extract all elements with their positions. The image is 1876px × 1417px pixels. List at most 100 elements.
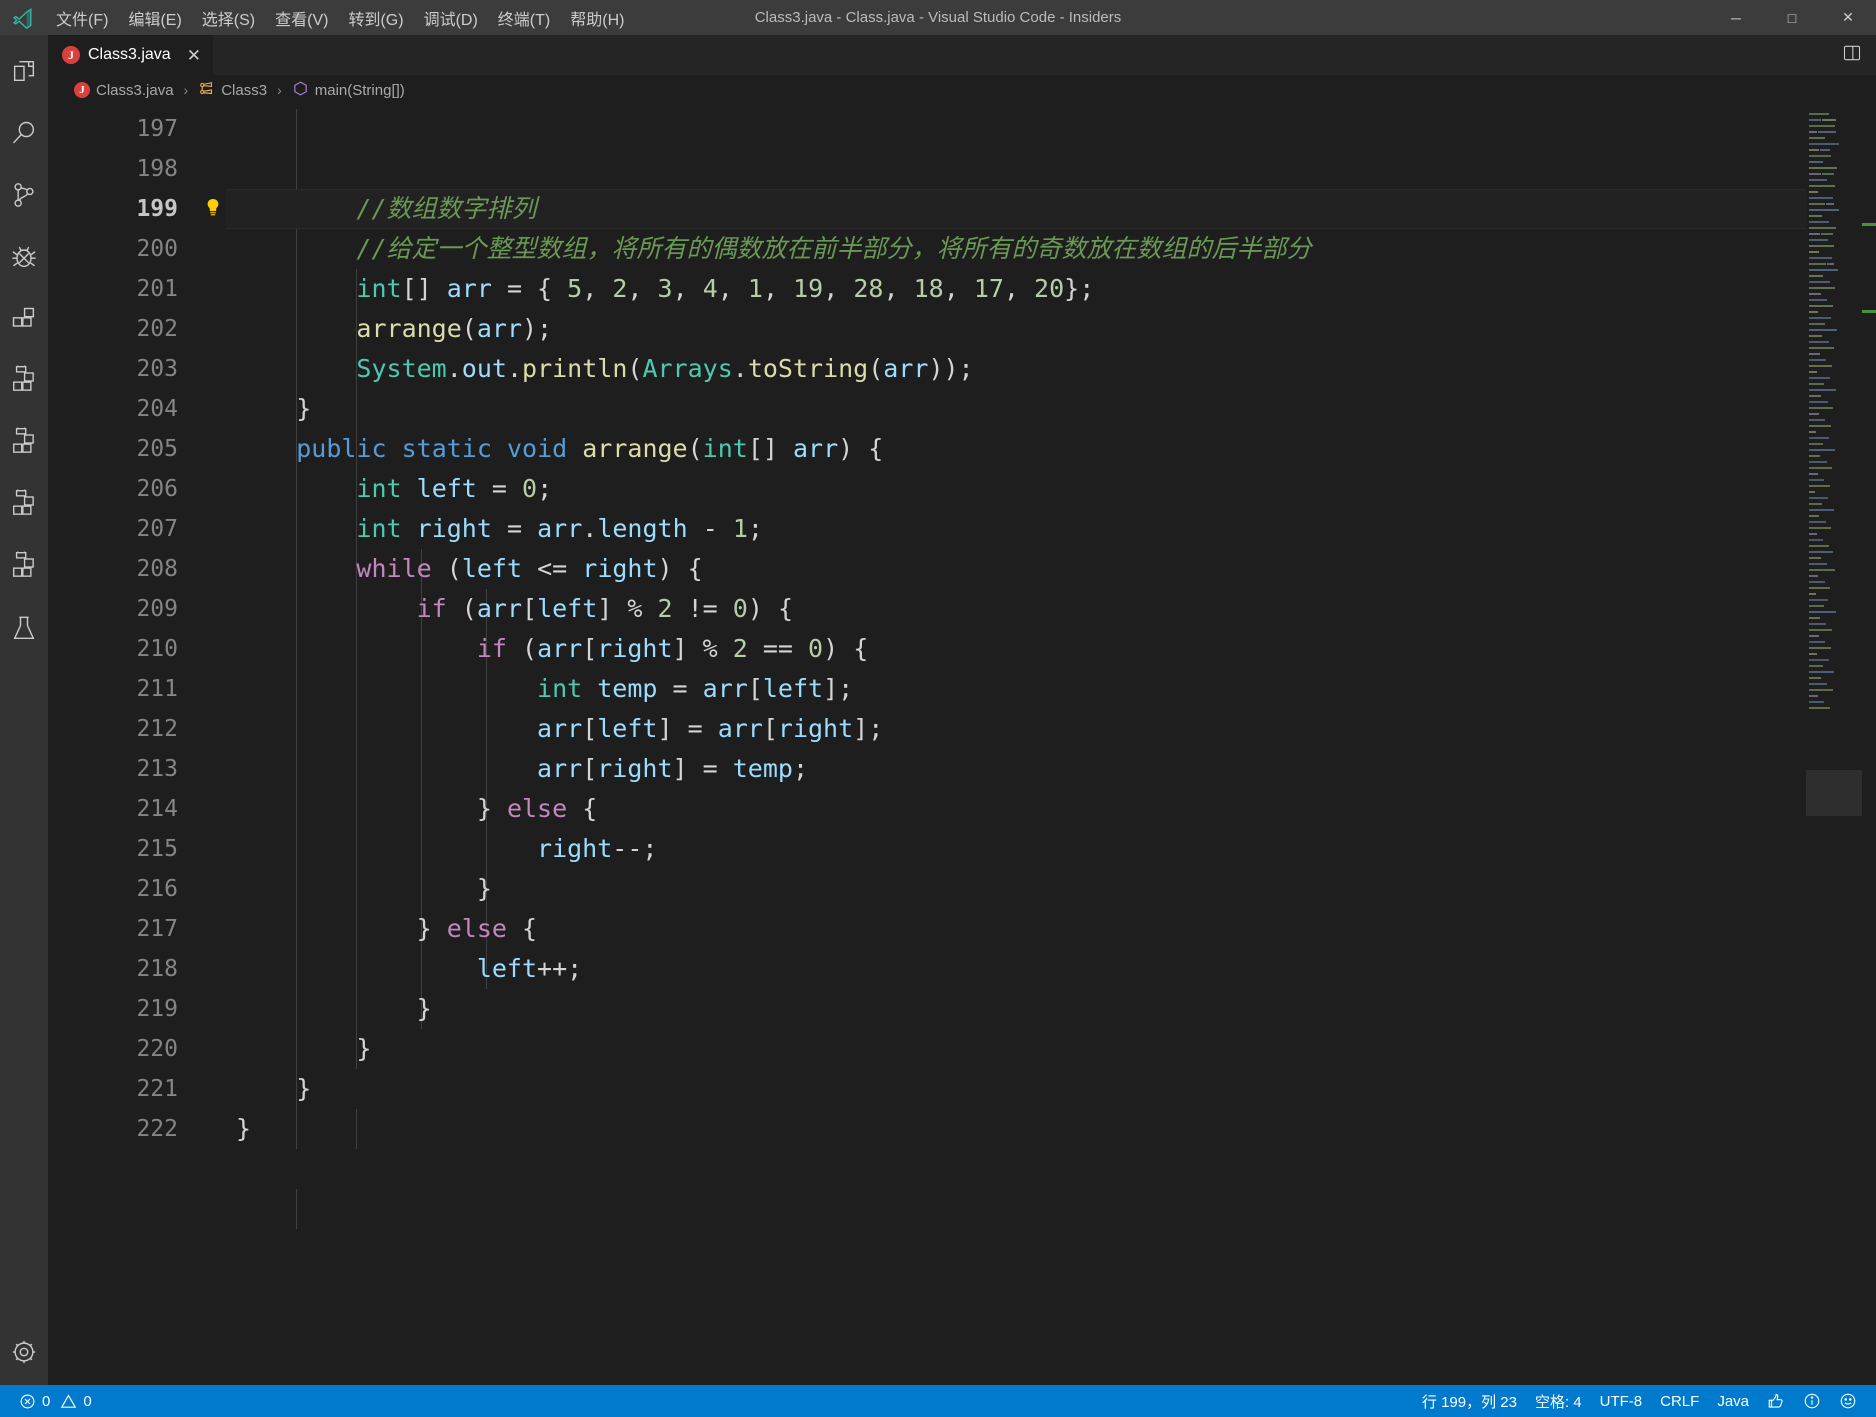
sidebar-item-search[interactable] — [0, 102, 48, 164]
code-line[interactable] — [226, 109, 1806, 149]
code-line[interactable]: //给定一个整型数组，将所有的偶数放在前半部分，将所有的奇数放在数组的后半部分 — [226, 229, 1806, 269]
line-number: 212 — [136, 716, 178, 742]
minimize-button[interactable]: ─ — [1708, 0, 1764, 35]
line-number: 211 — [136, 676, 178, 702]
line-number: 205 — [136, 436, 178, 462]
code-line[interactable]: } — [226, 1029, 1806, 1069]
warning-triangle-icon — [60, 1393, 77, 1410]
menu-file[interactable]: 文件(F) — [46, 0, 118, 35]
code-line[interactable]: right--; — [226, 829, 1806, 869]
code-line[interactable]: left++; — [226, 949, 1806, 989]
code-action-lightbulb[interactable] — [200, 189, 226, 229]
code-text: } — [236, 1034, 372, 1063]
code-editor[interactable]: 197 198 199 200 201 202 203 204 205 206 … — [48, 105, 1876, 1385]
code-line[interactable] — [226, 149, 1806, 189]
extensions-icon-4 — [10, 489, 38, 521]
error-circle-icon — [19, 1393, 36, 1410]
close-button[interactable]: ✕ — [1820, 0, 1876, 35]
cursor-position-status[interactable]: 行 199，列 23 — [1413, 1385, 1526, 1417]
breadcrumb: J Class3.java › Class3 › main(String[]) — [48, 75, 1876, 105]
sidebar-item-testing[interactable] — [0, 598, 48, 660]
sidebar-item-explorer[interactable] — [0, 40, 48, 102]
sidebar-item-settings[interactable] — [0, 1323, 48, 1385]
line-number: 216 — [136, 876, 178, 902]
menu-go[interactable]: 转到(G) — [338, 0, 413, 35]
vscode-window: 文件(F) 编辑(E) 选择(S) 查看(V) 转到(G) 调试(D) 终端(T… — [0, 0, 1876, 1417]
line-number-gutter: 197 198 199 200 201 202 203 204 205 206 … — [48, 105, 200, 1385]
code-line[interactable]: arr[right] = temp; — [226, 749, 1806, 789]
code-line-active[interactable]: //数组数字排列 — [226, 189, 1806, 229]
line-number: 207 — [136, 516, 178, 542]
code-line[interactable]: } else { — [226, 909, 1806, 949]
problems-status[interactable]: 0 0 — [10, 1385, 101, 1417]
sidebar-item-extensions-2[interactable] — [0, 350, 48, 412]
status-bar: 0 0 行 199，列 23 空格: 4 UTF-8 CRLF Java — [0, 1385, 1876, 1417]
code-line[interactable]: } — [226, 1109, 1806, 1149]
tab-class3-java[interactable]: J Class3.java ✕ — [48, 35, 214, 75]
code-content[interactable]: //数组数字排列 //给定一个整型数组，将所有的偶数放在前半部分，将所有的奇数放… — [226, 105, 1806, 1385]
minimap[interactable] — [1806, 105, 1862, 1385]
code-line[interactable]: while (left <= right) { — [226, 549, 1806, 589]
code-line[interactable]: int temp = arr[left]; — [226, 669, 1806, 709]
sidebar-item-debug[interactable] — [0, 226, 48, 288]
code-line[interactable]: arr[left] = arr[right]; — [226, 709, 1806, 749]
menu-debug[interactable]: 调试(D) — [414, 0, 488, 35]
code-line[interactable]: } else { — [226, 789, 1806, 829]
code-line[interactable]: int right = arr.length - 1; — [226, 509, 1806, 549]
code-line[interactable]: public static void arrange(int[] arr) { — [226, 429, 1806, 469]
line-number: 203 — [136, 356, 178, 382]
code-line[interactable]: } — [226, 389, 1806, 429]
code-line[interactable]: if (arr[right] % 2 == 0) { — [226, 629, 1806, 669]
lightbulb-icon — [205, 198, 221, 221]
line-number: 200 — [136, 236, 178, 262]
language-mode-status[interactable]: Java — [1708, 1385, 1758, 1417]
code-text: //数组数字排列 — [236, 194, 537, 223]
error-count: 0 — [42, 1392, 51, 1410]
code-line[interactable]: } — [226, 869, 1806, 909]
menu-edit[interactable]: 编辑(E) — [118, 0, 191, 35]
sidebar-item-extensions-4[interactable] — [0, 474, 48, 536]
menu-view[interactable]: 查看(V) — [265, 0, 338, 35]
sidebar-item-source-control[interactable] — [0, 164, 48, 226]
smiley-feedback-icon[interactable] — [1830, 1385, 1866, 1417]
split-editor-icon[interactable] — [1842, 43, 1862, 68]
code-line[interactable]: arrange(arr); — [226, 309, 1806, 349]
menu-terminal[interactable]: 终端(T) — [488, 0, 560, 35]
line-number: 197 — [136, 116, 178, 142]
debug-icon — [10, 243, 38, 271]
editor-scrollbar[interactable] — [1862, 105, 1876, 1385]
status-bar-right: 行 199，列 23 空格: 4 UTF-8 CRLF Java — [1413, 1385, 1876, 1417]
menu-help[interactable]: 帮助(H) — [560, 0, 634, 35]
line-number: 206 — [136, 476, 178, 502]
code-line[interactable]: } — [226, 1069, 1806, 1109]
maximize-button[interactable]: □ — [1764, 0, 1820, 35]
breadcrumb-item-class[interactable]: Class3 — [196, 80, 269, 101]
code-text: int[] arr = { 5, 2, 3, 4, 1, 19, 28, 18,… — [356, 274, 1095, 303]
code-text: System.out.println(Arrays.toString(arr))… — [356, 354, 974, 383]
sidebar-item-extensions[interactable] — [0, 288, 48, 350]
extensions-icon-5 — [10, 551, 38, 583]
breadcrumb-method-label: main(String[]) — [314, 81, 405, 99]
eol-status[interactable]: CRLF — [1651, 1385, 1708, 1417]
menu-bar: 文件(F) 编辑(E) 选择(S) 查看(V) 转到(G) 调试(D) 终端(T… — [46, 0, 634, 35]
extensions-icon — [10, 305, 38, 333]
minimap-slider[interactable] — [1806, 770, 1862, 816]
sidebar-item-extensions-5[interactable] — [0, 536, 48, 598]
info-icon[interactable] — [1794, 1385, 1830, 1417]
encoding-status[interactable]: UTF-8 — [1591, 1385, 1652, 1417]
line-number: 220 — [136, 1036, 178, 1062]
feedback-thumbsup-icon[interactable] — [1758, 1385, 1794, 1417]
code-line[interactable]: int[] arr = { 5, 2, 3, 4, 1, 19, 28, 18,… — [226, 269, 1806, 309]
menu-selection[interactable]: 选择(S) — [192, 0, 265, 35]
breadcrumb-separator-2: › — [277, 82, 282, 98]
sidebar-item-extensions-3[interactable] — [0, 412, 48, 474]
code-line[interactable]: System.out.println(Arrays.toString(arr))… — [226, 349, 1806, 389]
indentation-status[interactable]: 空格: 4 — [1526, 1385, 1591, 1417]
code-line[interactable]: if (arr[left] % 2 != 0) { — [226, 589, 1806, 629]
code-text: } else { — [416, 914, 538, 943]
close-icon[interactable]: ✕ — [187, 47, 201, 64]
breadcrumb-item-method[interactable]: main(String[]) — [290, 80, 407, 101]
code-line[interactable]: } — [226, 989, 1806, 1029]
breadcrumb-item-file[interactable]: J Class3.java — [72, 82, 176, 99]
code-line[interactable]: int left = 0; — [226, 469, 1806, 509]
